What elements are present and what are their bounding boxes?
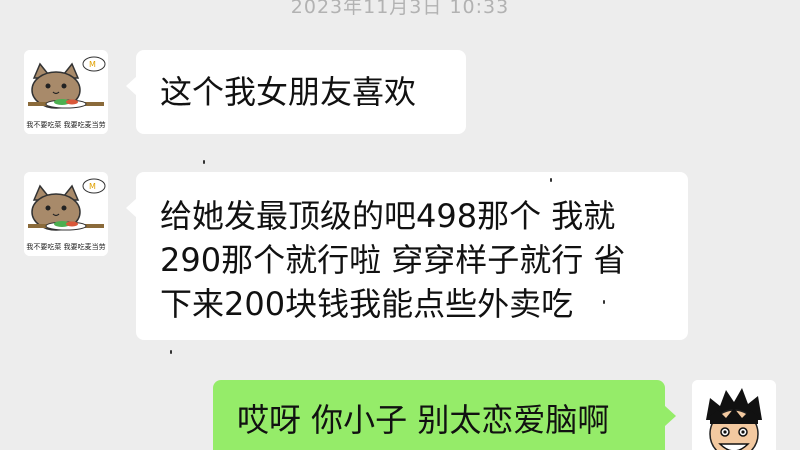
avatar[interactable]: M 我不要吃菜 我要吃麦当劳 — [24, 50, 108, 134]
screen-speck — [203, 160, 205, 164]
message-bubble-incoming[interactable]: 给她发最顶级的吧498那个 我就 290那个就行啦 穿穿样子就行 省 下来200… — [126, 172, 688, 340]
message-bubble-outgoing[interactable]: 哎呀 你小子 别太恋爱脑啊 — [213, 380, 676, 450]
avatar[interactable] — [692, 380, 776, 450]
screen-speck — [550, 178, 552, 182]
message-bubble-incoming[interactable]: 这个我女朋友喜欢 — [126, 50, 466, 134]
screen-speck — [170, 350, 172, 354]
message-text: 哎呀 你小子 别太恋爱脑啊 — [237, 401, 610, 439]
avatar-caption: 我不要吃菜 我要吃麦当劳 — [26, 243, 106, 251]
message-text-line: 290那个就行啦 穿穿样子就行 省 — [160, 241, 626, 279]
avatar[interactable]: M 我不要吃菜 我要吃麦当劳 — [24, 172, 108, 256]
chat-screen: 2023年11月3日 10:33 M 我不要吃菜 我要吃麦当劳 这个我女朋友喜欢… — [0, 0, 800, 450]
luffy-avatar-icon — [692, 380, 776, 450]
message-text-line: 下来200块钱我能点些外卖吃 — [160, 285, 574, 323]
svg-text:M: M — [89, 60, 96, 69]
avatar-caption: 我不要吃菜 我要吃麦当劳 — [26, 121, 106, 129]
message-text-line: 给她发最顶级的吧498那个 我就 — [160, 197, 616, 235]
message-text: 这个我女朋友喜欢 — [160, 73, 417, 111]
svg-text:M: M — [89, 182, 96, 191]
screen-speck — [603, 300, 605, 304]
chat-timestamp: 2023年11月3日 10:33 — [290, 0, 510, 18]
